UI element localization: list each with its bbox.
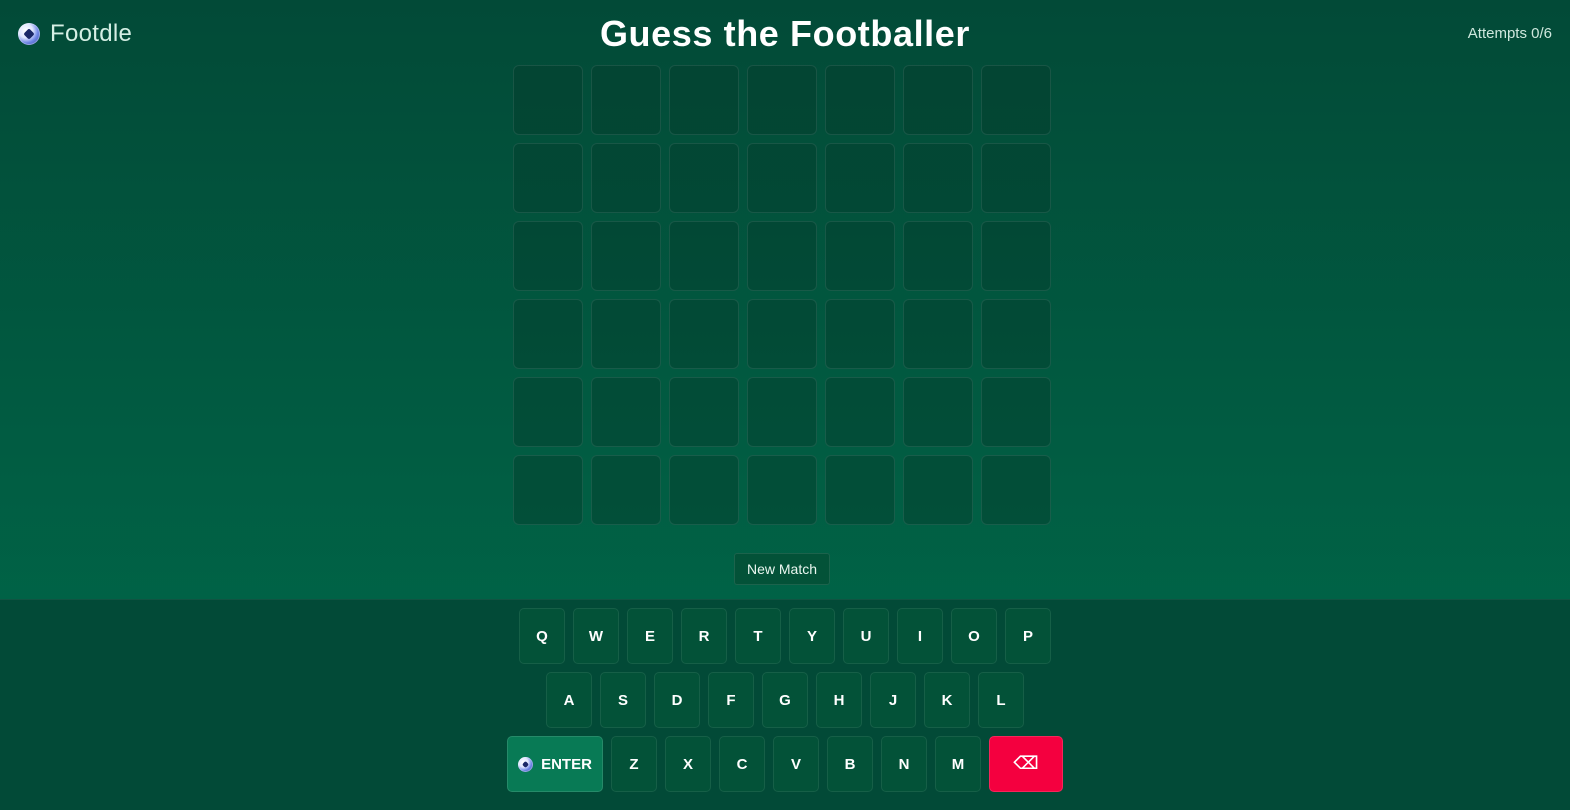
key-b[interactable]: B [827, 736, 873, 792]
on-screen-keyboard: QWERTYUIOP ASDFGHJKL ENTER ZXCVBNM ⌫ [0, 599, 1570, 810]
grid-cell [825, 143, 895, 213]
key-x[interactable]: X [665, 736, 711, 792]
grid-cell [513, 455, 583, 525]
enter-key[interactable]: ENTER [507, 736, 603, 792]
grid-cell [825, 65, 895, 135]
keyboard-row-2: ASDFGHJKL [0, 672, 1570, 728]
grid-cell [513, 65, 583, 135]
grid-cell [981, 221, 1051, 291]
grid-cell [591, 143, 661, 213]
grid-cell [747, 455, 817, 525]
grid-cell [981, 455, 1051, 525]
key-j[interactable]: J [870, 672, 916, 728]
grid-cell [747, 65, 817, 135]
key-p[interactable]: P [1005, 608, 1051, 664]
grid-cell [591, 377, 661, 447]
grid-cell [747, 299, 817, 369]
grid-cell [591, 65, 661, 135]
grid-cell [825, 455, 895, 525]
soccer-ball-icon [518, 756, 534, 772]
key-l[interactable]: L [978, 672, 1024, 728]
grid-cell [669, 65, 739, 135]
key-w[interactable]: W [573, 608, 619, 664]
grid-cell [903, 221, 973, 291]
key-d[interactable]: D [654, 672, 700, 728]
grid-cell [903, 65, 973, 135]
grid-cell [981, 143, 1051, 213]
grid-cell [669, 299, 739, 369]
keyboard-row-3: ENTER ZXCVBNM ⌫ [0, 736, 1570, 792]
grid-cell [513, 221, 583, 291]
key-i[interactable]: I [897, 608, 943, 664]
key-g[interactable]: G [762, 672, 808, 728]
grid-cell [903, 455, 973, 525]
grid-cell [591, 299, 661, 369]
grid-cell [747, 143, 817, 213]
attempts-counter: Attempts 0/6 [1467, 25, 1552, 42]
guess-grid [513, 65, 1051, 525]
grid-cell [747, 221, 817, 291]
new-match-button[interactable]: New Match [734, 553, 830, 585]
grid-cell [825, 377, 895, 447]
key-u[interactable]: U [843, 608, 889, 664]
key-s[interactable]: S [600, 672, 646, 728]
key-q[interactable]: Q [519, 608, 565, 664]
grid-cell [669, 455, 739, 525]
grid-cell [747, 377, 817, 447]
key-o[interactable]: O [951, 608, 997, 664]
key-r[interactable]: R [681, 608, 727, 664]
key-z[interactable]: Z [611, 736, 657, 792]
grid-cell [591, 221, 661, 291]
key-v[interactable]: V [773, 736, 819, 792]
key-f[interactable]: F [708, 672, 754, 728]
grid-cell [669, 221, 739, 291]
key-m[interactable]: M [935, 736, 981, 792]
grid-cell [903, 143, 973, 213]
grid-cell [903, 377, 973, 447]
grid-cell [825, 299, 895, 369]
key-a[interactable]: A [546, 672, 592, 728]
key-t[interactable]: T [735, 608, 781, 664]
keyboard-row-1: QWERTYUIOP [0, 608, 1570, 664]
key-e[interactable]: E [627, 608, 673, 664]
key-h[interactable]: H [816, 672, 862, 728]
grid-cell [981, 299, 1051, 369]
grid-cell [513, 299, 583, 369]
grid-cell [981, 377, 1051, 447]
page-title: Guess the Footballer [599, 13, 971, 54]
grid-cell [513, 143, 583, 213]
grid-cell [903, 299, 973, 369]
enter-key-label: ENTER [541, 755, 592, 773]
key-n[interactable]: N [881, 736, 927, 792]
key-y[interactable]: Y [789, 608, 835, 664]
grid-cell [513, 377, 583, 447]
key-c[interactable]: C [719, 736, 765, 792]
grid-cell [981, 65, 1051, 135]
grid-cell [825, 221, 895, 291]
grid-cell [591, 455, 661, 525]
grid-cell [669, 143, 739, 213]
key-k[interactable]: K [924, 672, 970, 728]
backspace-key[interactable]: ⌫ [989, 736, 1063, 792]
backspace-icon: ⌫ [1013, 753, 1039, 774]
grid-cell [669, 377, 739, 447]
